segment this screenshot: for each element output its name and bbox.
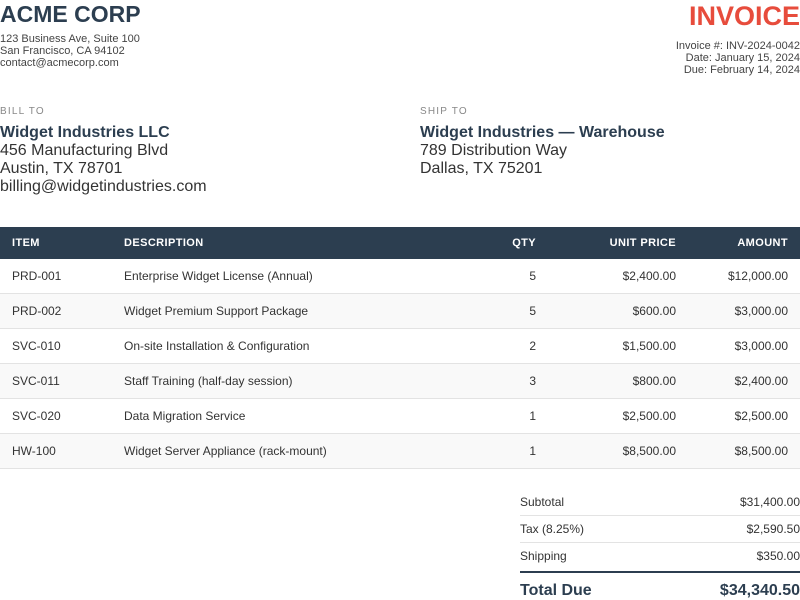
ship-to-name: Widget Industries — Warehouse	[420, 124, 665, 141]
cell-item: SVC-020	[0, 398, 112, 434]
tax-value: $2,590.50	[746, 522, 800, 536]
ship-to-line: Dallas, TX 75201	[420, 160, 543, 177]
invoice-number: Invoice #: INV-2024-0042	[675, 40, 800, 52]
cell-description: Data Migration Service	[112, 398, 476, 434]
total-due-value: $34,340.50	[719, 582, 800, 599]
cell-amount: $2,400.00	[688, 363, 800, 399]
header-amount: AMOUNT	[688, 227, 800, 259]
cell-qty: 5	[476, 293, 548, 329]
company-email: contact@acmecorp.com	[0, 57, 119, 69]
company-name: ACME CORP	[0, 1, 141, 27]
table-row: PRD-001 Enterprise Widget License (Annua…	[0, 259, 800, 294]
header-qty: QTY	[476, 227, 548, 259]
cell-unit-price: $8,500.00	[548, 433, 688, 469]
bill-to-line: Austin, TX 78701	[0, 160, 123, 177]
shipping-row: Shipping $350.00	[520, 543, 800, 569]
ship-to-block: SHIP TO Widget Industries — Warehouse 78…	[420, 106, 665, 178]
tax-row: Tax (8.25%) $2,590.50	[520, 516, 800, 543]
bill-to-email: billing@widgetindustries.com	[0, 178, 207, 195]
cell-item: HW-100	[0, 433, 112, 469]
table-row: PRD-002 Widget Premium Support Package 5…	[0, 293, 800, 329]
tax-label: Tax (8.25%)	[520, 522, 585, 536]
cell-description: Staff Training (half-day session)	[112, 363, 476, 399]
table-row: SVC-020 Data Migration Service 1 $2,500.…	[0, 398, 800, 434]
totals-block: Subtotal $31,400.00 Tax (8.25%) $2,590.5…	[520, 489, 800, 600]
header-description: DESCRIPTION	[112, 227, 476, 259]
cell-qty: 3	[476, 363, 548, 399]
cell-item: PRD-002	[0, 293, 112, 329]
invoice-due-date: Due: February 14, 2024	[683, 64, 800, 76]
cell-item: PRD-001	[0, 259, 112, 294]
cell-unit-price: $800.00	[548, 363, 688, 399]
bill-to-label: BILL TO	[0, 106, 45, 117]
invoice-title: INVOICE	[688, 1, 800, 31]
bill-to-block: BILL TO Widget Industries LLC 456 Manufa…	[0, 106, 207, 196]
bill-to-line: 456 Manufacturing Blvd	[0, 142, 169, 159]
table-row: SVC-011 Staff Training (half-day session…	[0, 363, 800, 399]
invoice-meta: Invoice #: INV-2024-0042 Date: January 1…	[676, 40, 800, 76]
shipping-label: Shipping	[520, 549, 567, 563]
subtotal-row: Subtotal $31,400.00	[520, 489, 800, 516]
cell-qty: 1	[476, 433, 548, 469]
cell-qty: 1	[476, 398, 548, 434]
cell-amount: $12,000.00	[688, 259, 800, 294]
cell-amount: $2,500.00	[688, 398, 800, 434]
cell-qty: 5	[476, 259, 548, 294]
cell-item: SVC-010	[0, 328, 112, 364]
cell-amount: $8,500.00	[688, 433, 800, 469]
subtotal-value: $31,400.00	[739, 495, 800, 509]
cell-amount: $3,000.00	[688, 328, 800, 364]
cell-description: Widget Server Appliance (rack-mount)	[112, 433, 476, 469]
table-header-row: ITEM DESCRIPTION QTY UNIT PRICE AMOUNT	[0, 227, 800, 259]
header-item: ITEM	[0, 227, 112, 259]
cell-description: Enterprise Widget License (Annual)	[112, 259, 476, 294]
total-due-label: Total Due	[520, 582, 592, 599]
shipping-value: $350.00	[756, 549, 800, 563]
cell-unit-price: $600.00	[548, 293, 688, 329]
company-address-line: 123 Business Ave, Suite 100	[0, 33, 140, 45]
table-row: SVC-010 On-site Installation & Configura…	[0, 328, 800, 364]
ship-to-label: SHIP TO	[420, 106, 468, 117]
cell-item: SVC-011	[0, 363, 112, 399]
header-unit-price: UNIT PRICE	[548, 227, 688, 259]
total-due-row: Total Due $34,340.50	[520, 571, 800, 600]
cell-amount: $3,000.00	[688, 293, 800, 329]
cell-unit-price: $2,500.00	[548, 398, 688, 434]
invoice-page: ACME CORP 123 Business Ave, Suite 100 Sa…	[0, 0, 800, 600]
cell-unit-price: $2,400.00	[548, 259, 688, 294]
cell-unit-price: $1,500.00	[548, 328, 688, 364]
bill-to-name: Widget Industries LLC	[0, 124, 170, 141]
table-row: HW-100 Widget Server Appliance (rack-mou…	[0, 433, 800, 469]
ship-to-line: 789 Distribution Way	[420, 142, 568, 159]
invoice-date: Date: January 15, 2024	[685, 52, 800, 64]
cell-description: On-site Installation & Configuration	[112, 328, 476, 364]
cell-description: Widget Premium Support Package	[112, 293, 476, 329]
line-items-table: ITEM DESCRIPTION QTY UNIT PRICE AMOUNT P…	[0, 227, 800, 469]
company-address-line: San Francisco, CA 94102	[0, 45, 125, 57]
company-address: 123 Business Ave, Suite 100 San Francisc…	[0, 33, 140, 69]
cell-qty: 2	[476, 328, 548, 364]
subtotal-label: Subtotal	[520, 495, 565, 509]
